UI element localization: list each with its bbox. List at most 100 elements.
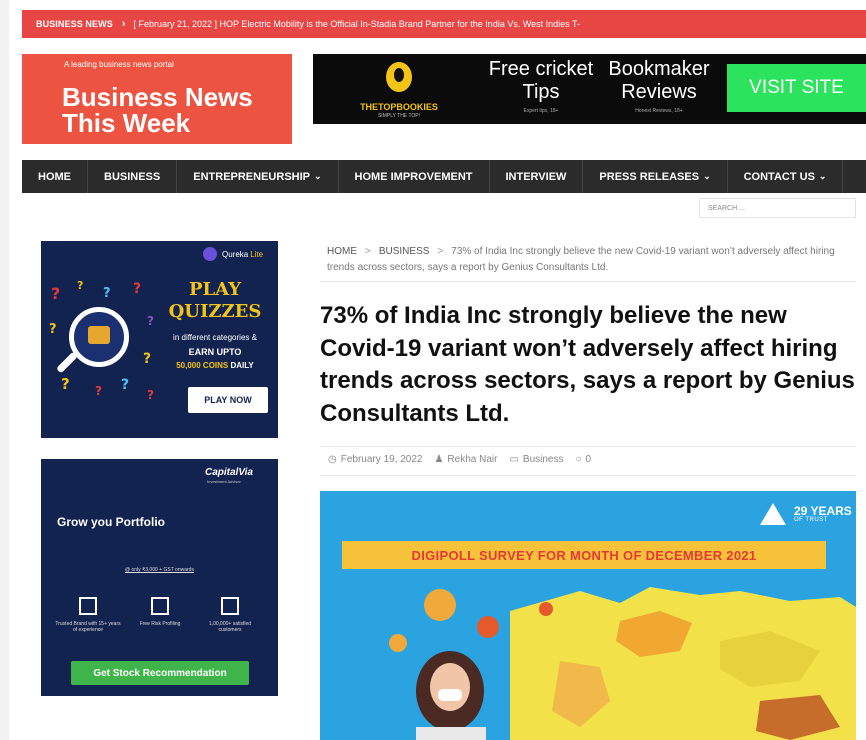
nav-business[interactable]: BUSINESS <box>88 160 178 193</box>
feature-risk-profiling: Free Risk Profiling <box>127 597 193 627</box>
site-tagline: A leading business news portal <box>64 60 174 69</box>
svg-text:?: ? <box>95 384 102 398</box>
nav-press-releases[interactable]: PRESS RELEASES ⌄ <box>583 160 728 193</box>
nav-label: HOME IMPROVEMENT <box>354 170 473 183</box>
svg-text:?: ? <box>121 377 129 393</box>
nav-label: PRESS RELEASES <box>599 170 700 183</box>
reviews-subtitle: Honest Reviews, 18+ <box>635 108 683 114</box>
svg-text:?: ? <box>133 281 141 297</box>
divider <box>320 446 856 447</box>
topbookies-slogan: SIMPLY THE TOP! <box>377 113 421 119</box>
site-title-line1: Business News <box>62 82 253 112</box>
breadcrumb-separator: > <box>365 246 371 257</box>
comment-icon: ○ <box>575 454 582 465</box>
divider <box>320 475 856 476</box>
nav-label: ENTREPRENEURSHIP <box>193 170 310 183</box>
svg-text:?: ? <box>61 375 70 393</box>
magnifier-icon <box>69 307 129 367</box>
svg-text:?: ? <box>147 314 154 328</box>
ticker-label: BUSINESS NEWS <box>36 19 113 29</box>
breadcrumb: HOME > BUSINESS >73% of India Inc strongly … <box>327 244 855 276</box>
chevron-down-icon: ⌄ <box>314 171 322 181</box>
divider <box>320 281 856 282</box>
qureka-logo-icon <box>203 247 217 261</box>
topbookies-brand: THETOPBOOKIES <box>360 102 438 112</box>
quiz-sidebar-ad[interactable]: Qureka Lite ? ? ? ? ? ? ? ? ? ? ? PLAY Q… <box>41 241 278 438</box>
genius-logo-icon <box>760 503 786 525</box>
world-map-illustration <box>389 587 856 740</box>
nav-contact-us[interactable]: CONTACT US ⌄ <box>728 160 844 193</box>
quiz-coins-suffix: DAILY <box>230 361 254 370</box>
feature-label: Free Risk Profiling <box>139 621 181 627</box>
play-now-button[interactable]: PLAY NOW <box>188 387 268 413</box>
quiz-headline-line2: QUIZZES <box>168 301 262 322</box>
survey-banner: DIGIPOLL SURVEY FOR MONTH OF DECEMBER 20… <box>342 541 826 569</box>
site-title: Business News This Week <box>62 84 253 136</box>
page-edge <box>0 0 9 740</box>
nav-label: HOME <box>38 170 71 183</box>
svg-text:?: ? <box>51 284 60 303</box>
free-tips-subtitle: Expert tips, 18+ <box>523 108 559 114</box>
topbookies-emblem-icon <box>386 62 412 92</box>
nav-home-improvement[interactable]: HOME IMPROVEMENT <box>339 160 490 193</box>
article-category-text: Business <box>522 454 564 465</box>
ticker-headline-link[interactable]: [ February 21, 2022 ] HOP Electric Mobil… <box>133 19 580 29</box>
nav-entrepreneurship[interactable]: ENTREPRENEURSHIP ⌄ <box>177 160 339 193</box>
nav-interview[interactable]: INTERVIEW <box>490 160 584 193</box>
svg-text:?: ? <box>103 286 111 301</box>
nav-label: INTERVIEW <box>505 170 567 183</box>
nav-home[interactable]: HOME <box>22 160 88 193</box>
nav-label: CONTACT US <box>743 170 815 183</box>
feature-label: Trusted Brand with 15+ years of experien… <box>55 621 121 633</box>
chevron-down-icon: ⌄ <box>818 171 827 181</box>
reviews-title: Bookmaker Reviews <box>608 58 710 103</box>
svg-text:?: ? <box>49 322 57 337</box>
quiz-coins-amount: 50,000 COINS <box>176 361 229 370</box>
breadcrumb-business[interactable]: BUSINESS <box>379 246 430 257</box>
article-title: 73% of India Inc strongly believe the ne… <box>320 302 855 427</box>
chevron-down-icon: ⌄ <box>703 171 711 181</box>
clock-icon: ◷ <box>328 454 337 465</box>
svg-text:?: ? <box>77 279 83 292</box>
svg-text:?: ? <box>147 388 154 402</box>
topbookies-logo: THETOPBOOKIES SIMPLY THE TOP! <box>349 62 449 119</box>
article-comments-count: 0 <box>585 454 592 465</box>
user-icon: ♟ <box>434 454 444 465</box>
article-meta: ◷ February 19, 2022 ♟ Rekha Nair ▭ Business… <box>328 454 603 465</box>
stock-ad-price: @ only ₹3,000 + GST onwards <box>125 567 194 573</box>
breadcrumb-separator: > <box>437 246 444 257</box>
main-navigation: HOME BUSINESS ENTREPRENEURSHIP ⌄ HOME IMP… <box>22 160 866 193</box>
article-author-text: Rekha Nair <box>447 454 498 465</box>
years-number: 29 YEARS <box>794 504 852 518</box>
capitalvia-logo: CapitalVia <box>205 467 253 478</box>
stock-sidebar-ad[interactable]: CapitalVia Investment Advisor Grow you P… <box>41 459 278 696</box>
qureka-brand: Qureka Lite <box>203 247 263 261</box>
feature-customers: 1,00,000+ satisfied customers <box>197 597 263 633</box>
svg-text:?: ? <box>143 351 151 367</box>
reviews-promo: Bookmaker Reviews Honest Reviews, 18+ <box>607 58 711 114</box>
qureka-brand-suffix: Lite <box>250 249 264 259</box>
get-stock-recommendation-button[interactable]: Get Stock Recommendation <box>71 661 249 685</box>
badge-icon <box>79 597 97 615</box>
article-category[interactable]: ▭ Business <box>509 454 563 465</box>
quiz-earn-text: EARN UPTO <box>188 347 242 357</box>
article-date: ◷ February 19, 2022 <box>328 454 422 465</box>
free-tips-title: Free cricket Tips <box>488 58 594 103</box>
quiz-headline: PLAY QUIZZES <box>159 279 271 323</box>
quiz-coins-text: 50,000 COINS DAILY <box>153 361 277 370</box>
article-date-text: February 19, 2022 <box>340 454 423 465</box>
folder-icon: ▭ <box>509 454 519 465</box>
visit-site-button[interactable]: VISIT SITE <box>727 64 866 112</box>
breadcrumb-home[interactable]: HOME <box>327 246 357 257</box>
article-comments[interactable]: ○ 0 <box>575 454 591 465</box>
site-title-line2: This Week <box>62 108 191 138</box>
article-author[interactable]: ♟ Rekha Nair <box>434 454 497 465</box>
search-input[interactable] <box>699 198 856 218</box>
site-logo[interactable]: A leading business news portal Business … <box>22 54 292 144</box>
header-banner-ad[interactable]: THETOPBOOKIES SIMPLY THE TOP! Free crick… <box>313 54 866 124</box>
chevron-right-icon: › <box>121 18 126 30</box>
quiz-headline-line1: PLAY <box>188 279 242 300</box>
people-icon <box>221 597 239 615</box>
free-tips-promo: Free cricket Tips Expert tips, 18+ <box>483 58 599 114</box>
stock-ad-headline: Grow you Portfolio <box>57 515 165 529</box>
